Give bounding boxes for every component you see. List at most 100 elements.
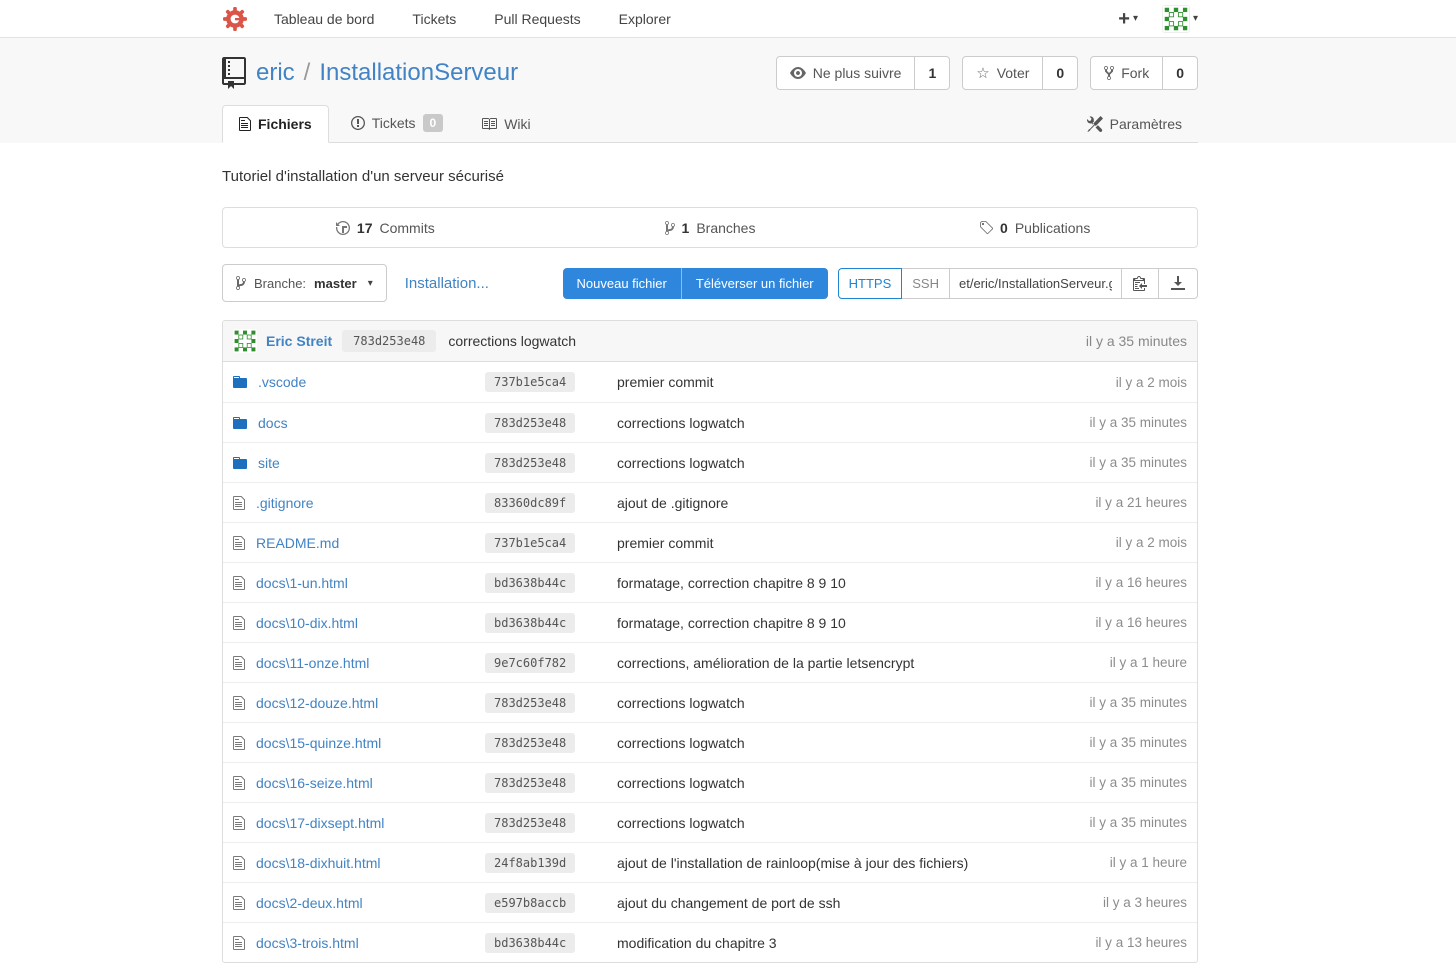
tab-issues[interactable]: Tickets 0 bbox=[335, 104, 460, 142]
file-sha-badge[interactable]: 83360dc89f bbox=[485, 493, 575, 513]
file-name-cell: docs\12-douze.html bbox=[233, 695, 485, 711]
tab-wiki[interactable]: Wiki bbox=[465, 106, 546, 142]
nav-issues[interactable]: Tickets bbox=[412, 11, 456, 27]
file-name-cell: docs bbox=[233, 415, 485, 431]
branches-stat[interactable]: 1 Branches bbox=[548, 220, 873, 236]
nav-explore[interactable]: Explorer bbox=[619, 11, 671, 27]
copy-url-button[interactable] bbox=[1122, 268, 1159, 299]
file-sha-badge[interactable]: 783d253e48 bbox=[485, 453, 575, 473]
file-sha-badge[interactable]: 783d253e48 bbox=[485, 693, 575, 713]
repo-name-link[interactable]: InstallationServeur bbox=[319, 59, 518, 86]
file-sha-badge[interactable]: 783d253e48 bbox=[485, 773, 575, 793]
new-file-button[interactable]: Nouveau fichier bbox=[563, 268, 681, 299]
file-commit-message[interactable]: corrections logwatch bbox=[617, 455, 1077, 471]
file-commit-message[interactable]: corrections logwatch bbox=[617, 735, 1077, 751]
file-sha-cell: 783d253e48 bbox=[485, 453, 617, 473]
file-link[interactable]: docs bbox=[258, 415, 288, 431]
file-link[interactable]: README.md bbox=[256, 535, 339, 551]
new-repo-dropdown[interactable]: + ▾ bbox=[1118, 9, 1138, 29]
file-link[interactable]: docs\17-dixsept.html bbox=[256, 815, 384, 831]
file-commit-message[interactable]: corrections logwatch bbox=[617, 415, 1077, 431]
file-commit-message[interactable]: premier commit bbox=[617, 535, 1104, 551]
file-sha-cell: bd3638b44c bbox=[485, 613, 617, 633]
file-link[interactable]: docs\18-dixhuit.html bbox=[256, 855, 381, 871]
star-count[interactable]: 0 bbox=[1043, 56, 1078, 90]
file-link[interactable]: .gitignore bbox=[256, 495, 314, 511]
file-sha-badge[interactable]: 24f8ab139d bbox=[485, 853, 575, 873]
file-link[interactable]: docs\10-dix.html bbox=[256, 615, 358, 631]
file-icon bbox=[233, 495, 245, 511]
nav-dashboard[interactable]: Tableau de bord bbox=[274, 11, 374, 27]
file-sha-badge[interactable]: 737b1e5ca4 bbox=[485, 372, 575, 392]
repo-owner-link[interactable]: eric bbox=[256, 59, 295, 86]
commit-author-link[interactable]: Eric Streit bbox=[266, 333, 332, 349]
file-commit-message[interactable]: corrections, amélioration de la partie l… bbox=[617, 655, 1098, 671]
file-link[interactable]: site bbox=[258, 455, 280, 471]
ssh-toggle[interactable]: SSH bbox=[902, 268, 950, 299]
file-commit-message[interactable]: ajout de .gitignore bbox=[617, 495, 1083, 511]
file-commit-message[interactable]: modification du chapitre 3 bbox=[617, 935, 1083, 951]
file-link[interactable]: docs\15-quinze.html bbox=[256, 735, 381, 751]
file-sha-badge[interactable]: 737b1e5ca4 bbox=[485, 533, 575, 553]
file-link[interactable]: docs\11-onze.html bbox=[256, 655, 369, 671]
file-sha-badge[interactable]: 9e7c60f782 bbox=[485, 653, 575, 673]
file-commit-time: il y a 21 heures bbox=[1095, 495, 1187, 510]
user-menu[interactable]: ▾ bbox=[1146, 5, 1198, 33]
branch-icon bbox=[236, 275, 246, 291]
file-commit-message[interactable]: formatage, correction chapitre 8 9 10 bbox=[617, 575, 1083, 591]
file-sha-cell: 783d253e48 bbox=[485, 413, 617, 433]
file-commit-time: il y a 2 mois bbox=[1116, 535, 1187, 550]
nav-pull-requests[interactable]: Pull Requests bbox=[494, 11, 580, 27]
branch-selector[interactable]: Branche: master ▾ bbox=[222, 264, 387, 302]
file-name-cell: docs\10-dix.html bbox=[233, 615, 485, 631]
clipboard-icon bbox=[1133, 275, 1147, 291]
file-name-cell: docs\2-deux.html bbox=[233, 895, 485, 911]
releases-stat[interactable]: 0 Publications bbox=[872, 220, 1197, 236]
file-sha-badge[interactable]: 783d253e48 bbox=[485, 733, 575, 753]
commit-sha-badge[interactable]: 783d253e48 bbox=[342, 330, 436, 352]
repo-main: Tutoriel d'installation d'un serveur séc… bbox=[222, 168, 1198, 963]
table-row: docs\18-dixhuit.html 24f8ab139d ajout de… bbox=[223, 842, 1197, 882]
star-button[interactable]: ☆ Voter bbox=[962, 56, 1043, 90]
file-sha-badge[interactable]: 783d253e48 bbox=[485, 813, 575, 833]
readme-link[interactable]: Installation... bbox=[405, 275, 489, 292]
file-sha-badge[interactable]: bd3638b44c bbox=[485, 933, 575, 953]
tab-settings[interactable]: Paramètres bbox=[1071, 106, 1198, 142]
file-commit-message[interactable]: corrections logwatch bbox=[617, 775, 1077, 791]
fork-button[interactable]: Fork bbox=[1090, 56, 1163, 90]
file-sha-badge[interactable]: bd3638b44c bbox=[485, 573, 575, 593]
file-table: Eric Streit 783d253e48 corrections logwa… bbox=[222, 320, 1198, 963]
gogs-logo-icon[interactable] bbox=[222, 6, 248, 32]
fork-count[interactable]: 0 bbox=[1163, 56, 1198, 90]
upload-file-button[interactable]: Téléverser un fichier bbox=[681, 268, 828, 299]
fork-group: Fork 0 bbox=[1090, 56, 1198, 90]
file-link[interactable]: docs\3-trois.html bbox=[256, 935, 359, 951]
file-commit-message[interactable]: premier commit bbox=[617, 374, 1104, 390]
file-link[interactable]: .vscode bbox=[258, 374, 306, 390]
file-link[interactable]: docs\2-deux.html bbox=[256, 895, 363, 911]
file-link[interactable]: docs\16-seize.html bbox=[256, 775, 373, 791]
file-sha-badge[interactable]: e597b8accb bbox=[485, 893, 575, 913]
watch-count[interactable]: 1 bbox=[915, 56, 950, 90]
file-link[interactable]: docs\1-un.html bbox=[256, 575, 348, 591]
table-row: docs\3-trois.html bd3638b44c modificatio… bbox=[223, 922, 1197, 962]
file-commit-message[interactable]: corrections logwatch bbox=[617, 695, 1077, 711]
file-commit-message[interactable]: ajout de l'installation de rainloop(mise… bbox=[617, 855, 1098, 871]
https-toggle[interactable]: HTTPS bbox=[838, 268, 903, 299]
file-commit-message[interactable]: corrections logwatch bbox=[617, 815, 1077, 831]
commit-message[interactable]: corrections logwatch bbox=[448, 333, 576, 349]
file-sha-badge[interactable]: 783d253e48 bbox=[485, 413, 575, 433]
clone-url-input[interactable] bbox=[950, 268, 1122, 299]
repo-icon bbox=[222, 57, 246, 89]
commits-stat[interactable]: 17 Commits bbox=[223, 220, 548, 236]
file-link[interactable]: docs\12-douze.html bbox=[256, 695, 378, 711]
chevron-down-icon: ▾ bbox=[1133, 13, 1138, 24]
file-name-cell: README.md bbox=[233, 535, 485, 551]
table-row: site 783d253e48 corrections logwatch il … bbox=[223, 442, 1197, 482]
unwatch-button[interactable]: Ne plus suivre bbox=[776, 56, 916, 90]
file-sha-badge[interactable]: bd3638b44c bbox=[485, 613, 575, 633]
download-archive-button[interactable] bbox=[1159, 268, 1198, 299]
tab-files[interactable]: Fichiers bbox=[222, 105, 329, 143]
file-commit-message[interactable]: formatage, correction chapitre 8 9 10 bbox=[617, 615, 1083, 631]
file-commit-message[interactable]: ajout du changement de port de ssh bbox=[617, 895, 1091, 911]
